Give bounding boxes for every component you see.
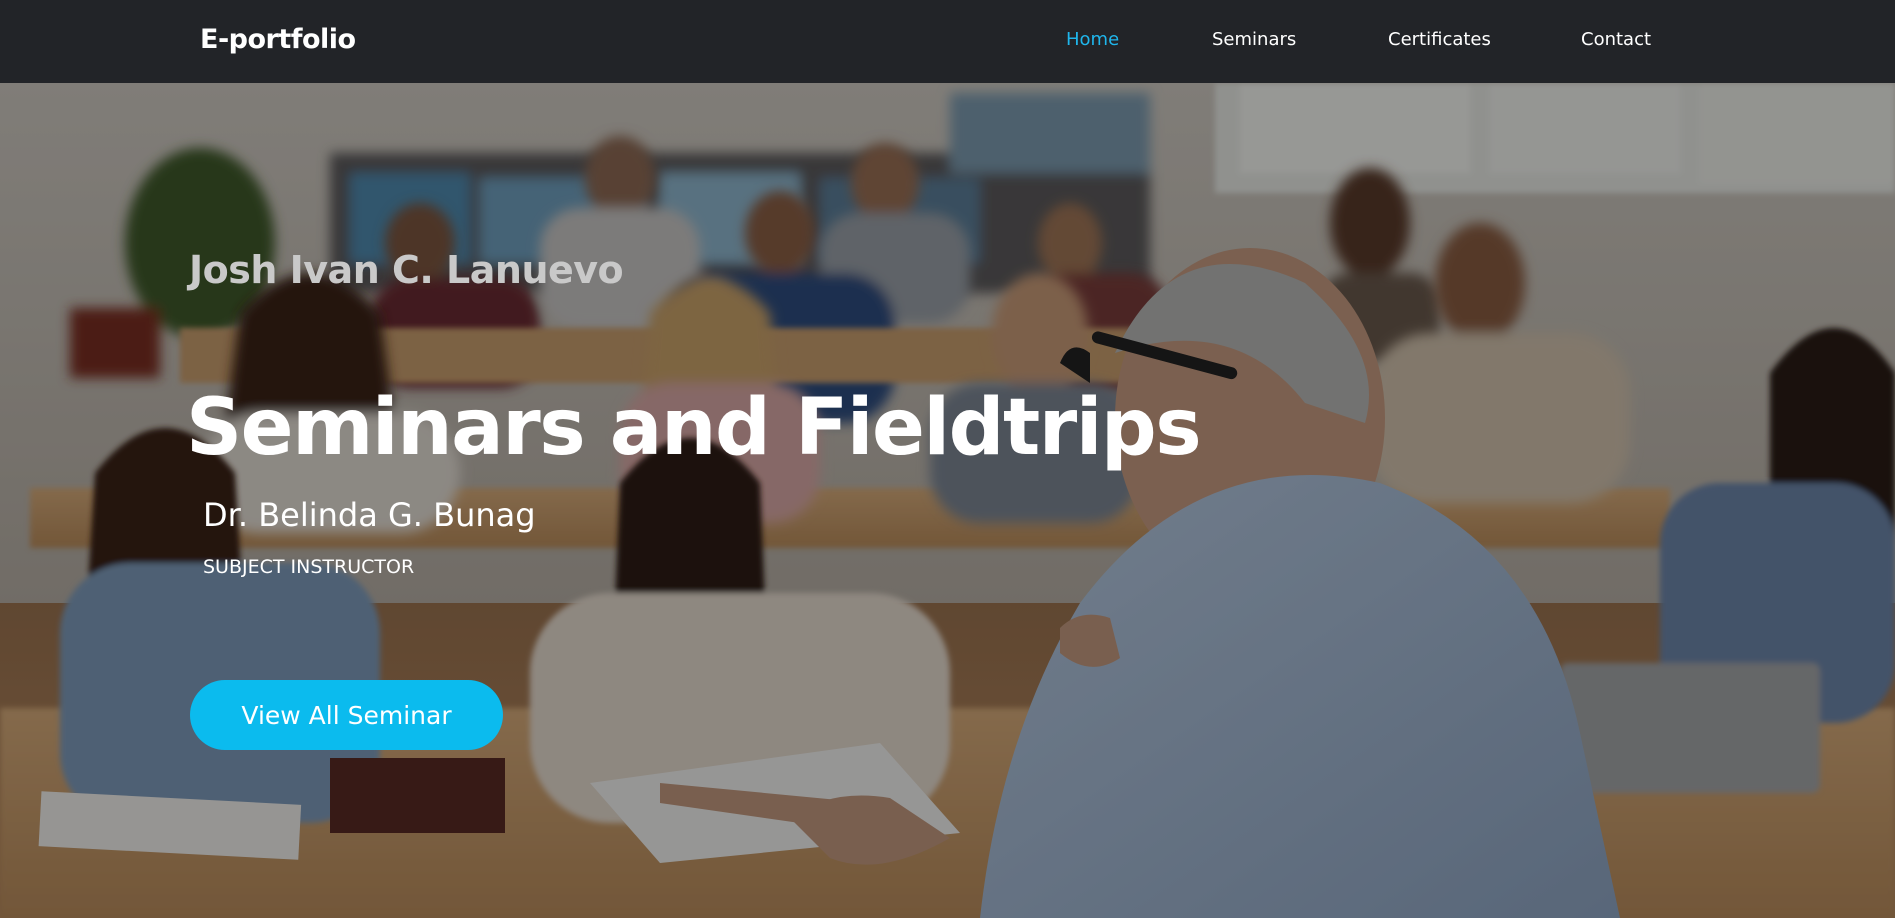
nav-seminars-link[interactable]: Seminars — [1212, 29, 1296, 50]
nav-home-link[interactable]: Home — [1066, 29, 1119, 50]
nav-contact-link[interactable]: Contact — [1581, 29, 1651, 50]
view-all-seminar-button[interactable]: View All Seminar — [190, 680, 503, 750]
top-navbar: E-portfolio Home Seminars Certificates C… — [0, 0, 1895, 83]
nav-certificates-link[interactable]: Certificates — [1388, 29, 1491, 50]
instructor-role: SUBJECT INSTRUCTOR — [203, 556, 415, 578]
instructor-name: Dr. Belinda G. Bunag — [203, 496, 536, 534]
hero-section: Josh Ivan C. Lanuevo Seminars and Fieldt… — [0, 83, 1895, 918]
hero-content: Josh Ivan C. Lanuevo Seminars and Fieldt… — [0, 83, 1895, 918]
author-name: Josh Ivan C. Lanuevo — [189, 248, 624, 292]
brand-logo[interactable]: E-portfolio — [200, 24, 356, 55]
page-title: Seminars and Fieldtrips — [186, 383, 1202, 473]
